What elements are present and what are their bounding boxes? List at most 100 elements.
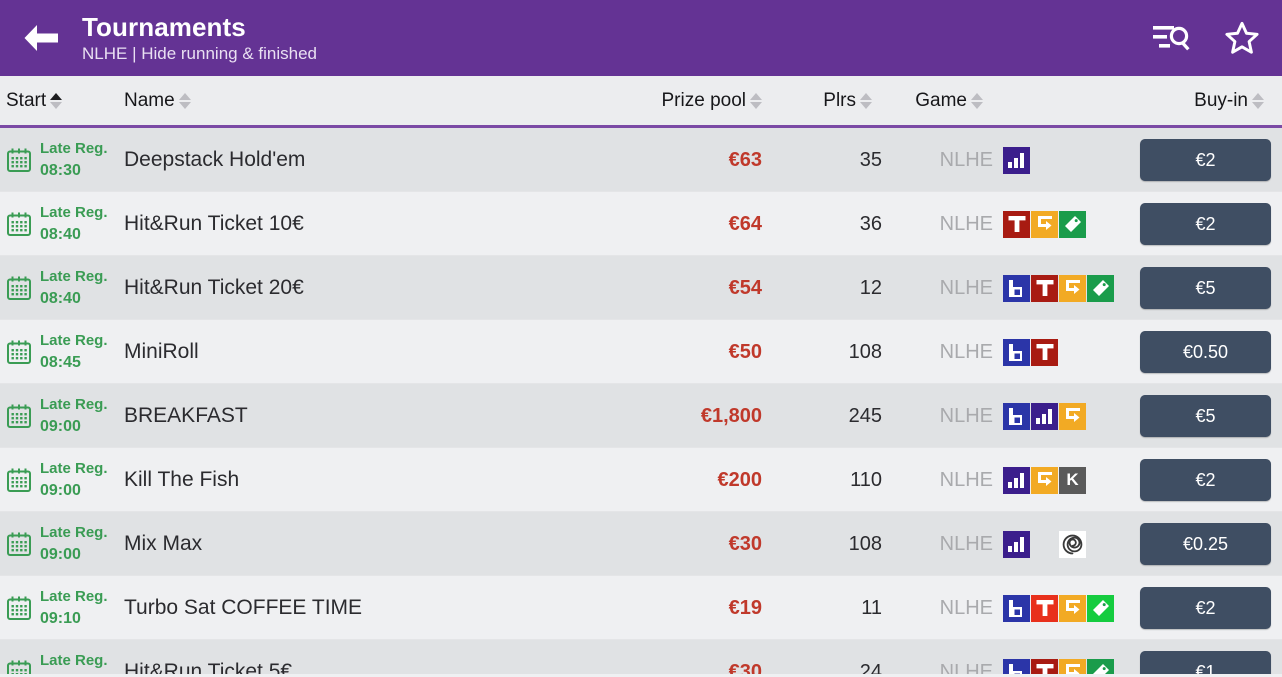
status-badge: Late Reg.	[40, 140, 108, 157]
calendar-icon	[7, 532, 31, 556]
status-badge: Late Reg.	[40, 268, 108, 285]
cell-players: 24	[859, 660, 882, 675]
table-row[interactable]: Late Reg. 09:00 Kill The Fish €200 110 NLHE K €…	[0, 448, 1282, 512]
cell-players: 108	[848, 340, 882, 363]
status-badge: Late Reg.	[40, 332, 108, 349]
buyin-button[interactable]: €2	[1140, 587, 1271, 629]
table-row[interactable]: Late Reg.09:10 Hit&Run Ticket 5€ €30 24 NLHE…	[0, 640, 1282, 674]
sort-arrows-prize-pool[interactable]	[750, 92, 762, 109]
cell-players: 35	[859, 148, 882, 171]
buyin-button[interactable]: €2	[1140, 139, 1271, 181]
cell-prize-pool: €64	[728, 212, 762, 235]
status-badge: Late Reg.	[40, 652, 108, 669]
sort-asc-icon	[971, 92, 983, 100]
sort-desc-icon	[178, 101, 191, 109]
badge-chart	[1003, 530, 1030, 558]
cell-buyin: €0.25	[1140, 512, 1271, 576]
back-button[interactable]	[10, 7, 72, 69]
turbo-glyph-icon	[1008, 216, 1025, 232]
cell-start: Late Reg. 08:30	[6, 128, 108, 192]
rebuy-arrow-icon	[1038, 215, 1052, 230]
column-header-players[interactable]: Plrs	[823, 90, 872, 112]
cell-buyin: €2	[1140, 448, 1271, 512]
table-row[interactable]: Late Reg. 09:00 Mix Max €30 108 NLHE €0.25	[0, 512, 1282, 576]
cell-badges	[1003, 640, 1114, 674]
table-row[interactable]: Late Reg. 09:00 BREAKFAST €1,800 245 NLHE €5	[0, 384, 1282, 448]
column-header-prize-pool[interactable]: Prize pool	[661, 89, 762, 112]
cell-prize-pool: €200	[717, 468, 763, 491]
cell-prize-pool: €54	[728, 276, 762, 299]
badge-ticket	[1059, 210, 1086, 238]
badge-bounty	[1003, 402, 1030, 430]
start-time: 09:10	[40, 610, 81, 627]
buyin-button[interactable]: €2	[1140, 203, 1271, 245]
cell-game: NLHE	[939, 148, 993, 171]
sort-arrows-game[interactable]	[971, 92, 983, 109]
cell-players: 36	[859, 212, 882, 235]
column-header-start[interactable]: Start	[6, 89, 63, 112]
buyin-button[interactable]: €0.50	[1140, 331, 1271, 373]
calendar-icon	[7, 212, 31, 236]
buyin-button[interactable]: €5	[1140, 395, 1271, 437]
filter-search-button[interactable]	[1150, 16, 1194, 60]
buyin-button[interactable]: €2	[1140, 459, 1271, 501]
cell-badges	[1003, 384, 1086, 448]
column-header-name[interactable]: Name	[124, 90, 191, 112]
badge-rebuy	[1059, 274, 1086, 302]
turbo-glyph-icon	[1036, 600, 1053, 616]
badge-bounty	[1003, 594, 1030, 622]
sort-arrows-name[interactable]	[178, 92, 191, 109]
cell-start: Late Reg. 08:40	[6, 192, 108, 256]
calendar-icon	[7, 468, 31, 492]
cell-badges	[1003, 320, 1058, 384]
status-badge: Late Reg.	[40, 524, 108, 541]
table-row[interactable]: Late Reg. 08:40 Hit&Run Ticket 10€ €64 36 NLH…	[0, 192, 1282, 256]
calendar-icon	[7, 596, 31, 620]
column-header-game[interactable]: Game	[915, 90, 983, 112]
bounty-glyph-icon	[1009, 407, 1022, 425]
cell-tournament-name: Kill The Fish	[124, 468, 240, 491]
badge-turbo	[1031, 338, 1058, 366]
buyin-button[interactable]: €5	[1140, 267, 1271, 309]
sort-arrows-buyin[interactable]	[1252, 92, 1264, 109]
table-row[interactable]: Late Reg. 09:10 Turbo Sat COFFEE TIME €19 11…	[0, 576, 1282, 640]
cell-buyin: €2	[1140, 128, 1271, 192]
badge-chart	[1003, 466, 1030, 494]
cell-tournament-name: Mix Max	[124, 532, 203, 555]
badge-bounty	[1003, 658, 1030, 674]
cell-start: Late Reg. 09:00	[6, 512, 108, 576]
sort-asc-icon	[1252, 92, 1264, 100]
column-header-buyin-label: Buy-in	[1194, 89, 1248, 111]
cell-game: NLHE	[939, 340, 993, 363]
buyin-button[interactable]: €0.25	[1140, 523, 1271, 565]
app-bar-titles: Tournaments NLHE | Hide running & finish…	[82, 12, 1150, 65]
sort-desc-icon	[50, 101, 63, 109]
table-row[interactable]: Late Reg. 08:30 Deepstack Hold'em €63 35 NLHE…	[0, 128, 1282, 192]
tournament-list[interactable]: Late Reg. 08:30 Deepstack Hold'em €63 35 NLHE…	[0, 128, 1282, 674]
buyin-button[interactable]: €1	[1140, 651, 1271, 674]
cell-tournament-name: MiniRoll	[124, 340, 199, 363]
badge-spacer	[1031, 531, 1058, 558]
cell-start: Late Reg. 09:00	[6, 448, 108, 512]
calendar-icon	[7, 660, 31, 674]
star-outline-icon	[1225, 21, 1259, 54]
table-row[interactable]: Late Reg. 08:45 MiniRoll €50 108 NLHE €0.50	[0, 320, 1282, 384]
app-bar-actions	[1150, 16, 1264, 60]
ticket-tag-icon	[1093, 663, 1109, 674]
column-header-prize-pool-label: Prize pool	[661, 89, 747, 111]
cell-prize-pool: €63	[728, 148, 762, 171]
cell-badges	[1003, 576, 1114, 640]
start-time: 08:40	[40, 226, 81, 243]
table-row[interactable]: Late Reg. 08:40 Hit&Run Ticket 20€ €54 12 NLH…	[0, 256, 1282, 320]
column-header-start-label: Start	[6, 89, 47, 111]
sort-arrows-start[interactable]	[50, 92, 63, 109]
cell-badges	[1003, 192, 1086, 256]
column-header-buyin[interactable]: Buy-in	[1194, 90, 1264, 112]
cell-start: Late Reg. 09:10	[6, 576, 108, 640]
favorite-button[interactable]	[1220, 16, 1264, 60]
sort-arrows-players[interactable]	[860, 92, 872, 109]
badge-turbo2	[1031, 594, 1058, 622]
ticket-tag-icon	[1065, 215, 1081, 232]
cell-badges	[1003, 512, 1086, 576]
column-header-players-label: Plrs	[823, 89, 856, 111]
